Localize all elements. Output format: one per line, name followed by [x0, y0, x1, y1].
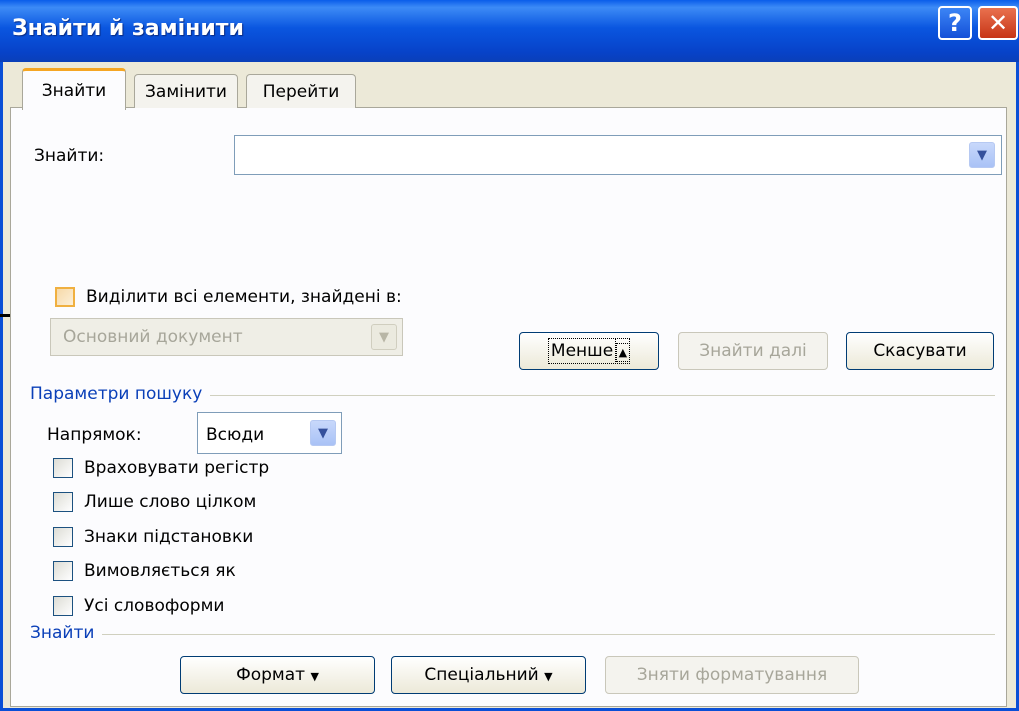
section-divider	[30, 634, 995, 635]
sounds-like-label: Вимовляється як	[84, 561, 236, 581]
find-combo[interactable]: ▼	[234, 135, 1002, 175]
find-next-button[interactable]: Знайти далі	[678, 332, 828, 370]
sounds-like-checkbox[interactable]	[53, 561, 73, 581]
window-title: Знайти й замінити	[12, 16, 244, 41]
chevron-up-icon: ▲	[615, 343, 631, 362]
wildcards-label: Знаки підстановки	[84, 527, 254, 547]
chevron-down-icon[interactable]: ▼	[310, 420, 336, 446]
all-word-forms-label: Усі словоформи	[84, 596, 225, 616]
no-formatting-label: Зняти форматування	[636, 665, 828, 685]
special-button[interactable]: Спеціальний ▼	[391, 656, 586, 694]
cancel-button[interactable]: Скасувати	[846, 332, 994, 370]
tab-find[interactable]: Знайти	[22, 68, 126, 110]
format-button[interactable]: Формат ▼	[180, 656, 375, 694]
search-options-title: Параметри пошуку	[30, 384, 211, 404]
find-label: Знайти:	[34, 146, 105, 166]
tab-goto[interactable]: Перейти	[246, 74, 356, 108]
background-line	[0, 314, 10, 317]
whole-word-checkbox[interactable]	[53, 492, 73, 512]
direction-select[interactable]: Всюди ▼	[197, 412, 342, 454]
highlight-all-checkbox[interactable]	[55, 287, 75, 307]
direction-value: Всюди	[206, 425, 265, 445]
scope-combo[interactable]: Основний документ ▼	[50, 318, 403, 356]
tab-panel	[10, 107, 1007, 707]
tab-label: Замінити	[145, 81, 227, 102]
match-case-checkbox[interactable]	[53, 458, 73, 478]
less-button[interactable]: Менше ▲	[519, 332, 659, 370]
dropdown-arrow-icon: ▼	[310, 670, 319, 683]
direction-label: Напрямок:	[47, 425, 142, 445]
find-next-label: Знайти далі	[699, 341, 807, 361]
wildcards-checkbox[interactable]	[53, 527, 73, 547]
less-button-label: Менше ▲	[547, 338, 631, 364]
no-formatting-button[interactable]: Зняти форматування	[605, 656, 859, 694]
title-bar[interactable]: Знайти й замінити ? ✕	[0, 0, 1019, 62]
chevron-down-icon[interactable]: ▼	[969, 142, 995, 168]
tab-label: Перейти	[262, 81, 340, 102]
highlight-all-label: Виділити всі елементи, знайдені в:	[86, 287, 402, 307]
close-icon[interactable]: ✕	[978, 6, 1018, 40]
dropdown-arrow-icon: ▼	[544, 670, 553, 683]
help-icon[interactable]: ?	[938, 6, 972, 40]
whole-word-label: Лише слово цілком	[84, 492, 257, 512]
all-word-forms-checkbox[interactable]	[53, 596, 73, 616]
tab-label: Знайти	[41, 80, 107, 101]
chevron-down-icon[interactable]: ▼	[371, 324, 397, 350]
cancel-label: Скасувати	[873, 341, 967, 361]
tab-replace[interactable]: Замінити	[134, 74, 238, 108]
match-case-label: Враховувати регістр	[84, 458, 270, 478]
scope-value: Основний документ	[63, 327, 243, 347]
format-label: Формат ▼	[236, 665, 319, 685]
find-section-title: Знайти	[30, 623, 103, 643]
special-label: Спеціальний ▼	[424, 665, 553, 685]
